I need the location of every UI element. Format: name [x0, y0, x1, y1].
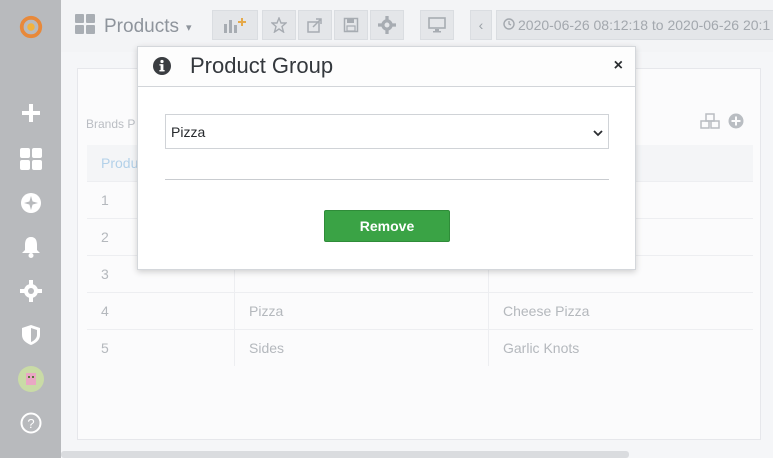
grafana-logo-icon[interactable] [18, 14, 44, 40]
monitor-icon [428, 17, 446, 33]
clock-icon [503, 17, 515, 33]
close-button[interactable]: × [614, 57, 623, 75]
add-panel-icon [224, 18, 246, 33]
dashboard-settings-button[interactable] [370, 10, 404, 40]
horizontal-scrollbar[interactable] [61, 451, 629, 458]
add-panel-button[interactable] [212, 10, 258, 40]
alerting-bell-icon[interactable] [18, 234, 44, 260]
svg-text:?: ? [27, 416, 34, 431]
help-icon[interactable]: ? [18, 410, 44, 436]
chevron-down-icon [592, 126, 604, 144]
star-icon [271, 17, 287, 33]
time-range-picker[interactable]: 2020-06-26 08:12:18 to 2020-06-26 20:1 [496, 10, 773, 40]
user-avatar[interactable] [18, 366, 44, 392]
view-mode-button[interactable] [420, 10, 454, 40]
product-group-select[interactable]: Pizza [165, 114, 609, 149]
dashboard-grid-icon [75, 14, 95, 40]
product-group-modal: Product Group × Pizza Remove [137, 46, 636, 270]
explore-compass-icon[interactable] [18, 190, 44, 216]
info-icon [152, 56, 172, 81]
caret-down-icon: ▾ [185, 21, 192, 34]
remove-button[interactable]: Remove [324, 210, 450, 242]
dashboard-title: Products [104, 16, 179, 37]
divider [165, 179, 609, 180]
modal-header: Product Group × [138, 47, 635, 87]
dashboard-navbar: Products ▾ ‹ 2020-06-26 08:12:18 to 2020… [61, 0, 773, 52]
time-range-label: 2020-06-26 08:12:18 to 2020-06-26 20:1 [518, 17, 771, 33]
save-icon [343, 17, 359, 33]
star-dashboard-button[interactable] [262, 10, 296, 40]
selected-option: Pizza [171, 124, 206, 140]
share-dashboard-button[interactable] [298, 10, 332, 40]
dashboards-icon[interactable] [18, 146, 44, 172]
save-dashboard-button[interactable] [334, 10, 368, 40]
dashboard-picker[interactable]: Products ▾ [75, 14, 192, 40]
share-icon [307, 18, 322, 33]
gear-icon [378, 16, 396, 34]
modal-title: Product Group [190, 53, 334, 78]
server-admin-shield-icon[interactable] [18, 322, 44, 348]
configuration-gear-icon[interactable] [18, 278, 44, 304]
plus-icon[interactable] [18, 100, 44, 126]
chevron-left-icon: ‹ [478, 17, 484, 33]
sidebar: ? [0, 0, 61, 458]
time-shift-back-button[interactable]: ‹ [470, 10, 492, 40]
